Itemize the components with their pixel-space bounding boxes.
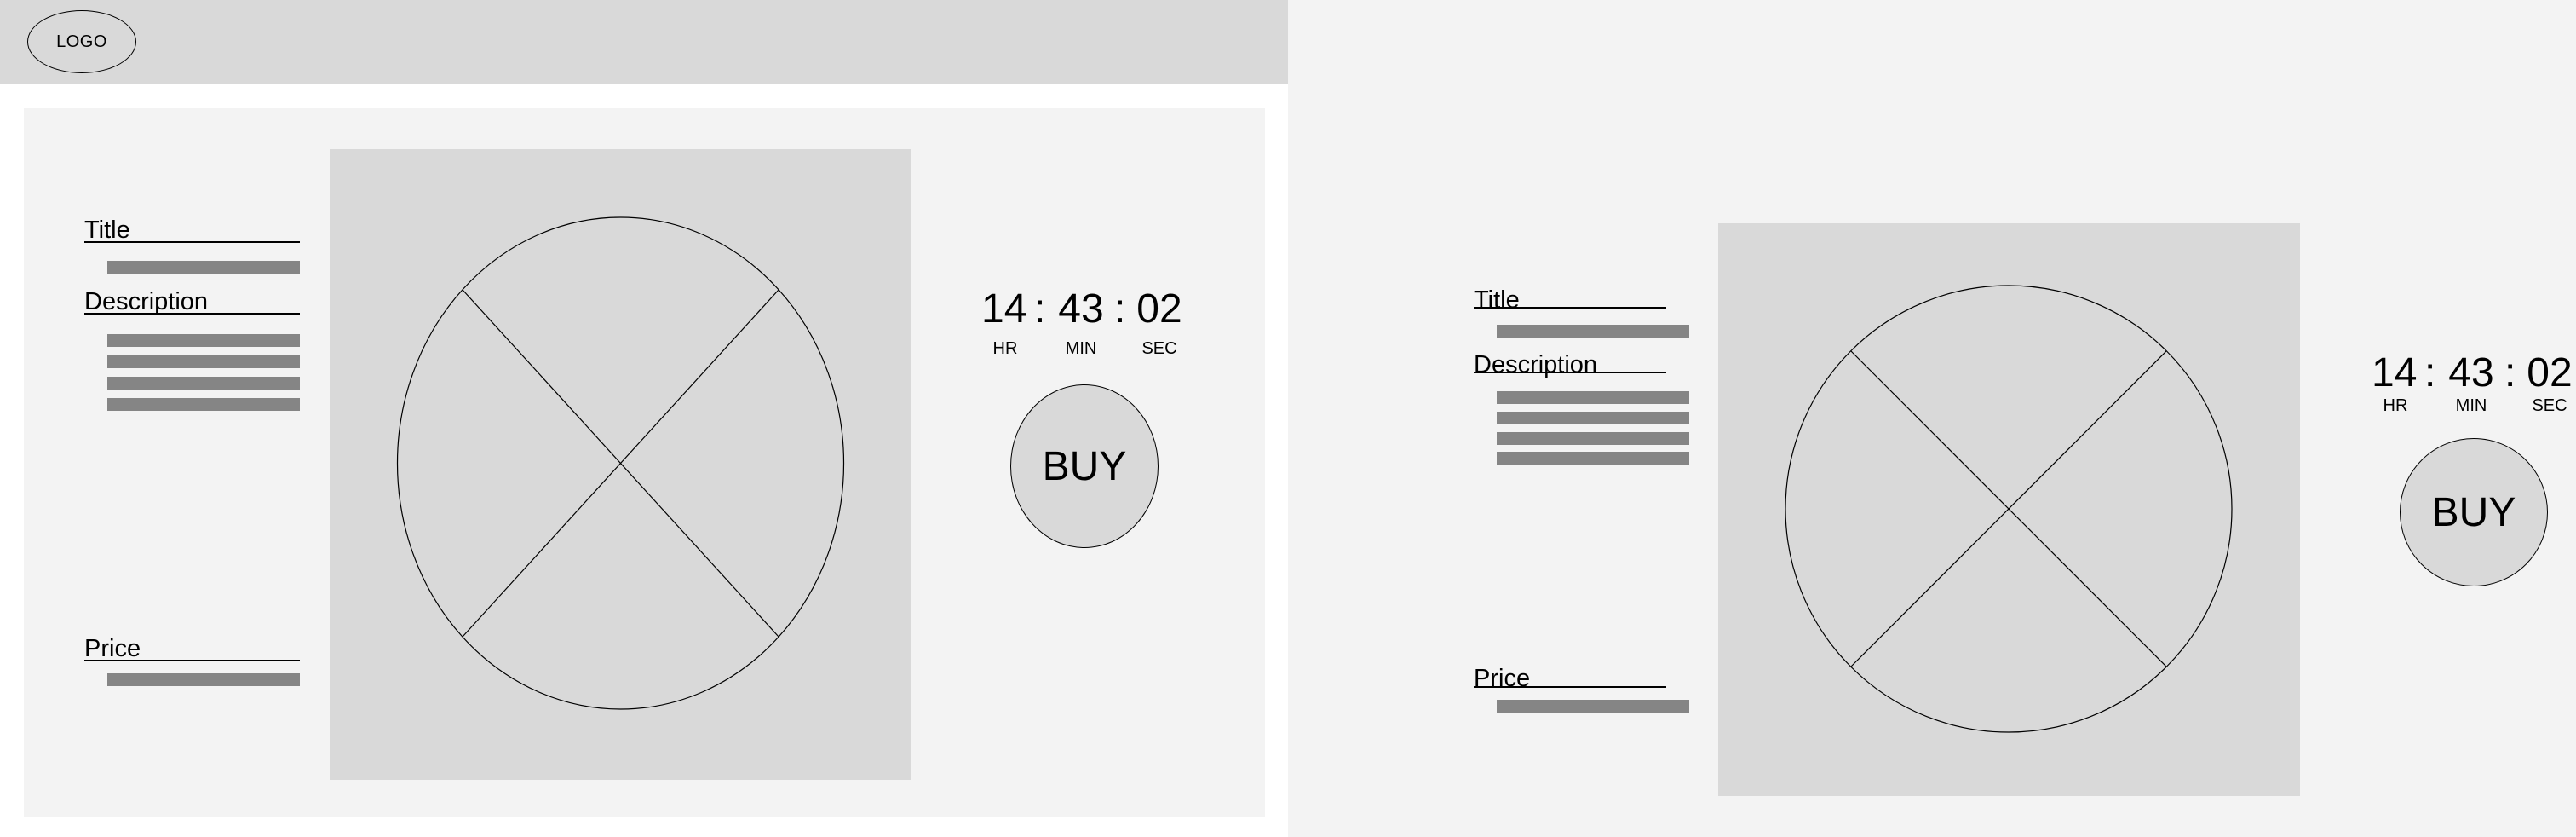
countdown-minutes: 43 bbox=[2448, 350, 2494, 395]
description-placeholder-bar bbox=[1497, 452, 1689, 465]
description-label: Description bbox=[1474, 351, 1598, 378]
price-underline bbox=[84, 660, 300, 661]
buy-button-label: BUY bbox=[1042, 443, 1127, 489]
countdown-seconds: 02 bbox=[2527, 350, 2573, 395]
countdown-hours-unit: HR bbox=[2383, 396, 2408, 415]
wireframe-desktop-with-header: LOGO Title Description Price 14: 43: 0… bbox=[0, 0, 1288, 837]
description-placeholder-bar bbox=[1497, 391, 1689, 404]
countdown-minutes-unit: MIN bbox=[2455, 396, 2487, 415]
buy-button[interactable]: BUY bbox=[1010, 384, 1159, 548]
wireframe-product-view: Title Description Price 14 : 43 : 02 HR … bbox=[1288, 0, 2576, 837]
description-placeholder-bar bbox=[107, 398, 300, 411]
product-image-placeholder[interactable] bbox=[1718, 223, 2300, 796]
countdown-minutes-unit: MIN bbox=[1065, 339, 1097, 358]
countdown-hours-unit: HR bbox=[992, 339, 1018, 358]
price-label: Price bbox=[84, 635, 141, 662]
site-header: LOGO bbox=[0, 0, 1288, 84]
title-underline bbox=[1474, 307, 1666, 309]
countdown-separator: : bbox=[2504, 350, 2516, 395]
price-placeholder-bar bbox=[1497, 700, 1689, 713]
countdown-seconds: 02 bbox=[1136, 286, 1182, 332]
countdown-hours: 14 bbox=[2372, 350, 2418, 395]
countdown-separator: : bbox=[1034, 286, 1046, 332]
logo[interactable]: LOGO bbox=[27, 10, 136, 73]
product-image-placeholder[interactable] bbox=[330, 149, 911, 780]
price-underline bbox=[1474, 686, 1666, 688]
image-placeholder-icon bbox=[1785, 285, 2233, 733]
countdown-timer: 14 : 43 : 02 HR MIN SEC bbox=[2372, 353, 2576, 421]
countdown-seconds-unit: SEC bbox=[1141, 339, 1177, 358]
countdown-seconds-unit: SEC bbox=[2532, 396, 2567, 415]
product-panel: Title Description Price 14 : 43: 02 HR … bbox=[24, 108, 1265, 817]
countdown-timer: 14 : 43 : 02 HR MIN SEC bbox=[981, 286, 1186, 358]
description-underline bbox=[84, 313, 300, 315]
description-placeholder-bar bbox=[107, 334, 300, 347]
price-placeholder-bar bbox=[107, 673, 300, 686]
countdown-separator: : bbox=[1114, 286, 1126, 332]
description-underline bbox=[1474, 372, 1666, 373]
buy-button[interactable]: BUY bbox=[2400, 438, 2548, 586]
title-label: Title bbox=[1474, 286, 1520, 314]
description-placeholder-bar bbox=[1497, 412, 1689, 424]
buy-button-label: BUY bbox=[2431, 489, 2516, 535]
description-placeholder-bar bbox=[1497, 432, 1689, 445]
description-label: Description bbox=[84, 288, 209, 315]
countdown-separator: : bbox=[2424, 350, 2436, 395]
price-label: Price bbox=[1474, 665, 1531, 692]
title-label: Title bbox=[84, 216, 130, 244]
description-placeholder-bar bbox=[107, 355, 300, 368]
countdown-minutes: 43 bbox=[1058, 286, 1104, 332]
title-placeholder-bar bbox=[107, 261, 300, 274]
logo-label: LOGO bbox=[56, 32, 107, 51]
description-placeholder-bar bbox=[107, 377, 300, 390]
countdown-hours: 14 bbox=[981, 286, 1027, 332]
title-placeholder-bar bbox=[1497, 325, 1689, 338]
image-placeholder-icon bbox=[396, 216, 845, 710]
title-underline bbox=[84, 241, 300, 243]
